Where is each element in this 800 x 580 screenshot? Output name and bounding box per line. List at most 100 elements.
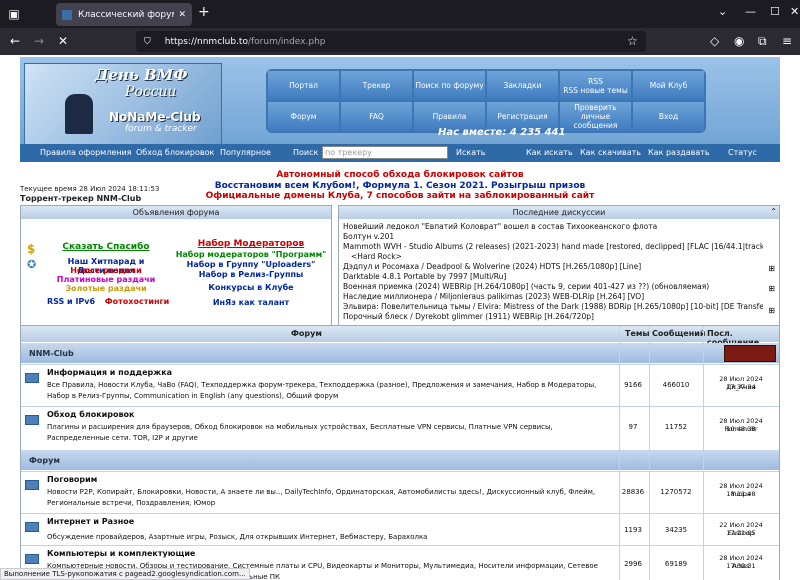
extensions-icon[interactable]: ⧉ — [758, 34, 767, 49]
discussion-item[interactable]: Порочный блеск / Dyrekobt glimmer (1911)… — [343, 312, 763, 321]
discussion-item[interactable]: Mammoth WVH - Studio Albums (2 releases)… — [343, 242, 763, 251]
announcement-link[interactable]: Набор Модераторов — [171, 239, 331, 249]
discussion-item[interactable]: Болтун v.201 — [343, 232, 763, 241]
column-divider — [649, 326, 650, 580]
tracker-title: Торрент-трекер NNM-Club — [20, 194, 142, 203]
forum-title[interactable]: Компьютеры и комплектующие — [47, 549, 195, 558]
subforums[interactable]: Новости P2P, Копирайт, Блокировки, Новос… — [47, 487, 617, 508]
link-rules[interactable]: Правила оформления — [40, 148, 132, 157]
discussion-item[interactable]: Эльвира: Повелительница тьмы / Elvira: M… — [343, 302, 763, 311]
announcement-link[interactable]: RSS и IPv6 — [41, 297, 101, 306]
subforums[interactable]: Все Правила, Новости Клуба, ЧаВо (FAQ), … — [47, 380, 617, 401]
menu-item[interactable]: Форум — [268, 102, 339, 131]
star-icon: ✪ — [27, 258, 37, 271]
announcement-link[interactable]: Новые раздачи — [41, 266, 171, 275]
forward-icon[interactable]: → — [34, 34, 44, 48]
forum-title[interactable]: Интернет и Разное — [47, 517, 134, 526]
forum-title[interactable]: Обход блокировок — [47, 410, 134, 419]
promo-line-1[interactable]: Автономный способ обхода блокировок сайт… — [20, 170, 780, 181]
forum-title[interactable]: Поговорим — [47, 475, 97, 484]
menu-item[interactable]: Закладки — [487, 71, 558, 100]
search-input[interactable]: по трекеру — [322, 146, 448, 159]
forum-row[interactable]: Поговорим Новости P2P, Копирайт, Блокиро… — [21, 471, 779, 513]
subforums[interactable]: Обсуждение провайдеров, Азартные игры, Р… — [47, 532, 617, 543]
discussion-item[interactable]: Военная приемка (2024) WEBRip [H.264/108… — [343, 282, 763, 291]
site-logo[interactable]: День ВМФ России NoNaMe-Club forum & trac… — [24, 63, 222, 149]
tab-list-icon[interactable]: ▣ — [0, 0, 28, 28]
url-path: /forum/index.php — [247, 36, 326, 47]
link-status[interactable]: Статус — [728, 148, 757, 157]
bookmark-star-icon[interactable]: ☆ — [627, 34, 638, 48]
url-bar[interactable]: ⛉ https://nnmclub.to/forum/index.php — [136, 31, 646, 52]
link-how-search[interactable]: Как искать — [526, 148, 573, 157]
menu-item[interactable]: Трекер — [341, 71, 412, 100]
discussion-item[interactable]: Darktable 4.8.1 Portable by 7997 [Multi/… — [343, 272, 763, 281]
collapse-icon[interactable]: ⌃ — [770, 207, 777, 216]
expand-icon[interactable]: ⊞ — [768, 284, 775, 293]
menu-icon[interactable]: ≡ — [782, 34, 792, 48]
maximize-icon[interactable]: ☐ — [770, 5, 780, 18]
last-user[interactable]: Yuopa — [705, 490, 777, 498]
last-user[interactable]: Eastoop — [705, 529, 777, 537]
announcement-link[interactable]: Конкурсы в Клубе — [171, 283, 331, 292]
status-bar: Выполнение TLS-рукопожатия с pagead2.goo… — [0, 568, 250, 580]
forum-row[interactable]: Интернет и Разное Обсуждение провайдеров… — [21, 513, 779, 545]
stop-icon[interactable]: ✕ — [58, 34, 68, 48]
account-icon[interactable]: ◉ — [734, 34, 744, 48]
last-user[interactable]: Romanukr — [705, 425, 777, 433]
announcement-link[interactable]: Фотохостинги — [97, 297, 177, 306]
minimize-icon[interactable]: — — [745, 5, 756, 18]
discussion-item[interactable]: Дэдпул и Росомаха / Deadpool & Wolverine… — [343, 262, 763, 271]
announcement-link[interactable]: Набор в Группу "Uploaders" — [171, 260, 331, 269]
discussion-item[interactable]: <Hard Rock> — [351, 252, 771, 261]
announcement-link[interactable]: ИнЯз как талант — [171, 298, 331, 307]
menu-item[interactable]: RSS RSS новые темы — [560, 71, 631, 100]
expand-icon[interactable]: ⊞ — [768, 264, 775, 273]
discussion-item[interactable]: Новейший ледокол "Евпатий Коловрат" воше… — [343, 222, 763, 231]
discussion-item[interactable]: Наследие миллионера / Miljonieraus palik… — [343, 292, 763, 301]
close-window-icon[interactable]: ✕ — [790, 5, 799, 18]
forum-row[interactable]: Обход блокировок Плагины и расширения дл… — [21, 406, 779, 450]
last-user[interactable]: Ди_Анна — [705, 383, 777, 391]
logo-text-4: forum & tracker — [125, 124, 197, 134]
folder-icon — [25, 415, 39, 425]
back-icon[interactable]: ← — [10, 34, 20, 48]
announcement-link[interactable]: Платиновые раздачи — [41, 275, 171, 284]
menu-item[interactable]: Поиск по форуму — [414, 71, 485, 100]
forum-row[interactable]: Информация и поддержка Все Правила, Ново… — [21, 364, 779, 406]
last-user[interactable]: Arsss — [705, 562, 777, 570]
announcement-link[interactable]: Набор модераторов "Программ" — [171, 250, 331, 259]
site-header: День ВМФ России NoNaMe-Club forum & trac… — [20, 57, 780, 162]
folder-icon — [25, 480, 39, 490]
menu-item[interactable]: Вход — [633, 102, 704, 131]
tab-title: Классический форум-трекер — [78, 9, 174, 20]
menu-item[interactable]: Проверить личные сообщения — [560, 102, 631, 131]
link-bypass[interactable]: Обход блокировок — [136, 148, 214, 157]
posts-count: 1270572 — [660, 488, 692, 496]
browser-tab[interactable]: Классический форум-трекер ✕ — [56, 3, 192, 26]
link-popular[interactable]: Популярное — [220, 148, 271, 157]
forum-title[interactable]: Информация и поддержка — [47, 368, 172, 377]
posts-count: 69189 — [664, 560, 688, 568]
announcement-link[interactable]: Набор в Релиз-Группы — [171, 270, 331, 279]
folder-icon — [25, 554, 39, 564]
menu-item[interactable]: Мой Клуб — [633, 71, 704, 100]
expand-icon[interactable]: ⊞ — [768, 306, 775, 315]
list-all-tabs-icon[interactable]: ⌄ — [718, 5, 727, 18]
new-tab-icon[interactable]: + — [198, 4, 210, 20]
pocket-icon[interactable]: ◇ — [710, 34, 719, 48]
menu-item[interactable]: Портал — [268, 71, 339, 100]
subforums[interactable]: Плагины и расширения для браузеров, Обхо… — [47, 422, 617, 443]
link-how-seed[interactable]: Как раздавать — [648, 148, 710, 157]
announcement-link[interactable]: Золотые раздачи — [41, 284, 171, 293]
category-forum[interactable]: Форум — [21, 450, 779, 470]
topics-count: 1193 — [624, 526, 642, 534]
category-nnm[interactable]: NNM-Club — [21, 343, 779, 363]
menu-item[interactable]: FAQ — [341, 102, 412, 131]
search-button[interactable]: Искать — [456, 148, 486, 157]
links-bar: Правила оформления Обход блокировок Попу… — [20, 144, 780, 162]
logo-text-3: NoNaMe-Club — [109, 110, 201, 124]
close-tab-icon[interactable]: ✕ — [178, 10, 186, 20]
link-how-download[interactable]: Как скачивать — [580, 148, 641, 157]
announcement-link[interactable]: Сказать Спасибо — [41, 242, 171, 252]
